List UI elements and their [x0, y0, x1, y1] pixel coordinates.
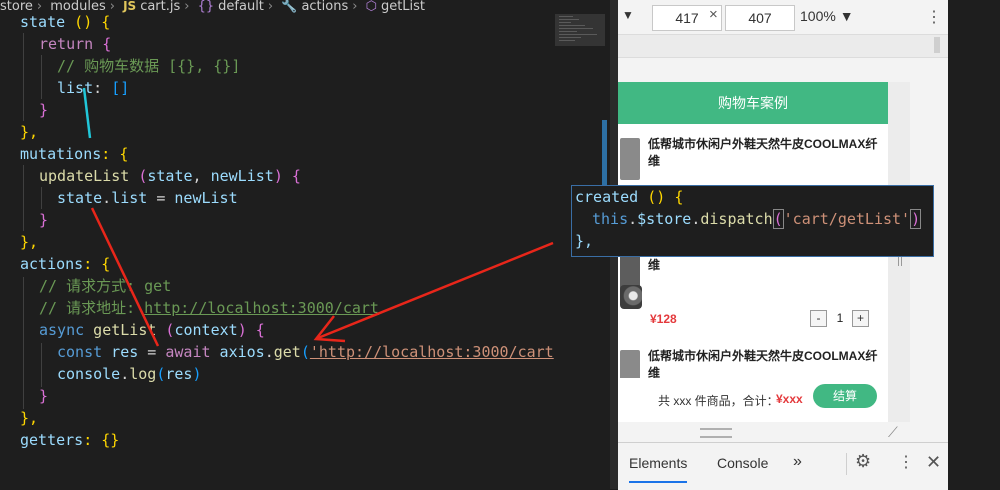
snippet-line: created () {: [575, 188, 684, 206]
breadcrumb-default[interactable]: default: [218, 0, 264, 13]
breadcrumb-separator: ›: [184, 0, 190, 14]
code-line: actions: {: [20, 255, 111, 273]
breadcrumb-cart-js[interactable]: cart.js: [140, 0, 180, 13]
code-line: },: [20, 409, 39, 427]
product-image: [620, 138, 640, 180]
code-editor[interactable]: store › modules › JS cart.js › {} default › 🔧 a…: [0, 0, 555, 489]
breadcrumb-actions[interactable]: actions: [301, 0, 348, 13]
code-line: },: [20, 233, 39, 251]
code-line: getters: {}: [20, 431, 120, 449]
indent-guide: [23, 165, 24, 231]
object-icon: {}: [197, 0, 215, 14]
js-file-icon: JS: [123, 0, 137, 13]
code-line: async getList (context) {: [39, 321, 265, 339]
indent-guide: [41, 343, 42, 387]
minimap-line: [559, 40, 575, 41]
minimap-line: [559, 16, 573, 17]
minimap-line: [559, 31, 577, 32]
method-icon: ⬡: [365, 0, 377, 14]
minimap-line: [559, 28, 593, 29]
breadcrumb-getlist[interactable]: getList: [381, 0, 425, 13]
breadcrumb-separator: ›: [352, 0, 358, 14]
code-line: console.log(res): [57, 365, 202, 383]
code-line: const res = await axios.get('http://loca…: [57, 343, 554, 361]
breadcrumb-separator: ›: [109, 0, 115, 14]
media-query-bar: [618, 35, 948, 58]
code-line: }: [39, 101, 49, 119]
comment-link[interactable]: http://localhost:3000/cart: [144, 299, 379, 317]
app-header: 购物车案例: [618, 82, 888, 124]
kebab-menu-icon[interactable]: ⋮: [898, 452, 914, 472]
tab-elements[interactable]: Elements: [629, 455, 688, 483]
product-title: 低帮城市休闲户外鞋天然牛皮COOLMAX纤维: [648, 349, 878, 380]
devtools-tabbar: Elements Console » ⚙ ⋮ ✕: [618, 442, 948, 490]
height-input[interactable]: 407: [725, 5, 795, 31]
breadcrumb-separator: ›: [267, 0, 274, 14]
indent-guide: [23, 33, 24, 121]
wrench-icon: 🔧: [281, 0, 298, 14]
product-title: 低帮城市休闲户外鞋天然牛皮COOLMAX纤维: [648, 137, 878, 168]
product-image: [620, 285, 642, 309]
code-comment: // 购物车数据 [{}, {}]: [57, 57, 241, 75]
product-title: 维: [648, 258, 661, 272]
code-line: list: []: [57, 79, 130, 97]
zoom-select[interactable]: 100% ▼: [800, 8, 854, 24]
code-line: mutations: {: [20, 145, 129, 163]
tab-console[interactable]: Console: [717, 455, 768, 471]
code-comment: // 请求方式: get: [39, 277, 172, 295]
window-edge: [948, 0, 1000, 489]
gear-icon[interactable]: ⚙: [855, 451, 871, 472]
code-comment: // 请求地址: http://localhost:3000/cart: [39, 299, 379, 317]
minimap-line: [559, 37, 581, 38]
product-price: ¥128: [650, 312, 677, 326]
ruler-handle[interactable]: [934, 37, 940, 53]
more-options-icon[interactable]: ⋮: [926, 7, 942, 27]
dropdown-arrow-icon[interactable]: ▼: [622, 8, 634, 22]
code-snippet-overlay: created () { this.$store.dispatch('cart/…: [571, 185, 934, 257]
product-item: 维 ¥128 - 1 +: [618, 245, 888, 355]
code-line: state.list = newList: [57, 189, 238, 207]
indent-guide: [23, 277, 24, 409]
cart-summary: 共 xxx 件商品，合计：: [658, 394, 779, 408]
corner-resize-icon[interactable]: ⟋: [888, 424, 908, 440]
code-line: state () {: [20, 13, 111, 31]
toolbar-divider: [846, 453, 847, 475]
indent-guide: [41, 55, 42, 99]
minimap-line: [559, 34, 597, 35]
snippet-line: this.$store.dispatch('cart/getList'): [592, 209, 922, 229]
minimap-line: [559, 19, 579, 20]
code-line: return {: [39, 35, 112, 53]
cart-total: ¥xxx: [776, 392, 803, 406]
cart-footer: 共 xxx 件商品，合计： ¥xxx 结算: [618, 378, 888, 422]
dimension-separator: ×: [709, 6, 718, 23]
minimap-line: [559, 22, 571, 23]
close-icon[interactable]: ✕: [926, 452, 941, 473]
code-line: },: [20, 123, 39, 141]
code-line: }: [39, 387, 49, 405]
minimap-line: [559, 25, 585, 26]
snippet-line: },: [575, 232, 594, 250]
indent-guide: [41, 187, 42, 209]
decrease-button[interactable]: -: [810, 310, 827, 327]
checkout-button[interactable]: 结算: [813, 384, 877, 408]
more-tabs-icon[interactable]: »: [793, 453, 802, 471]
quantity-value: 1: [836, 311, 844, 325]
code-line: updateList (state, newList) {: [39, 167, 301, 185]
code-line: }: [39, 211, 49, 229]
increase-button[interactable]: +: [852, 310, 869, 327]
bottom-resize-handle[interactable]: [700, 428, 732, 438]
string-link[interactable]: 'http://localhost:3000/cart: [310, 343, 554, 361]
device-toolbar: ▼ 417 × 407 100% ▼ ⋮: [618, 0, 948, 35]
